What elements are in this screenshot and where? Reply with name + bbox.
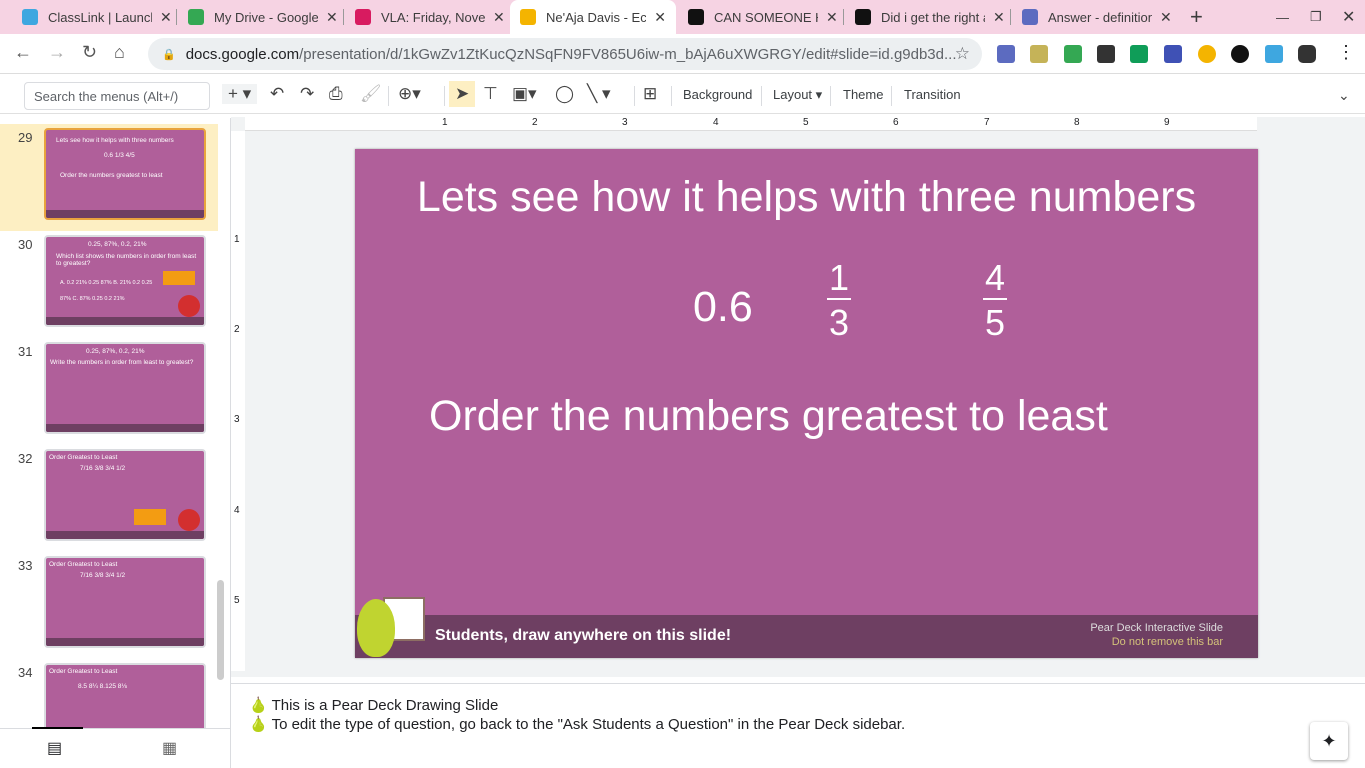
- slide-prompt[interactable]: Order the numbers greatest to least: [429, 392, 1108, 441]
- brainly-icon: [855, 9, 871, 25]
- background-button[interactable]: Background: [683, 87, 752, 102]
- back-icon[interactable]: ←: [14, 42, 32, 63]
- vla-icon: [355, 9, 371, 25]
- horizontal-ruler: 1 2 3 4 5 6 7 8 9: [245, 117, 1257, 131]
- notes-line: 🍐 This is a Pear Deck Drawing Slide: [249, 697, 499, 714]
- pear-deck-bar: Students, draw anywhere on this slide! P…: [355, 615, 1258, 658]
- line-icon[interactable]: ╲ ▾: [587, 84, 611, 104]
- slides-icon: [520, 9, 536, 25]
- decimal-value[interactable]: 0.6: [693, 283, 753, 332]
- close-icon[interactable]: ✕: [1160, 9, 1172, 26]
- close-window-button[interactable]: ✕: [1332, 0, 1365, 34]
- slide-thumbnail-30[interactable]: 30 0.25, 87%, 0.2, 21% Which list shows …: [0, 231, 218, 338]
- print-icon[interactable]: ⎙: [329, 84, 343, 104]
- reload-icon[interactable]: ↻: [82, 42, 97, 63]
- qr-code-icon[interactable]: [1097, 45, 1115, 63]
- extension-icon[interactable]: [997, 45, 1015, 63]
- notes-line: 🍐 To edit the type of question, go back …: [249, 716, 906, 733]
- close-icon[interactable]: ✕: [326, 9, 338, 26]
- answer-icon: [1022, 9, 1038, 25]
- pear-deck-logo: [357, 591, 425, 657]
- shape-icon[interactable]: ◯: [555, 84, 574, 104]
- tab-classlink[interactable]: ClassLink | Launchpad✕: [12, 0, 182, 34]
- undo-icon[interactable]: ↶: [270, 84, 284, 104]
- star-icon[interactable]: ☆: [955, 44, 970, 64]
- close-icon[interactable]: ✕: [160, 9, 172, 26]
- explore-button[interactable]: ✦: [1310, 722, 1348, 760]
- transition-button[interactable]: Transition: [904, 87, 961, 102]
- slide-canvas[interactable]: Lets see how it helps with three numbers…: [355, 149, 1258, 658]
- vertical-ruler: 1 2 3 4 5: [231, 131, 245, 671]
- slides-toolbar: Search the menus (Alt+/) + ▾ ↶ ↷ ⎙ 🖌 ⊕▾ …: [0, 78, 1365, 114]
- slide-thumbnail-33[interactable]: 33 Order Greatest to Least 7/16 3/8 3/4 …: [0, 552, 218, 659]
- tab-strip: ClassLink | Launchpad✕ My Drive - Google…: [0, 0, 1365, 34]
- tab-brainly-1[interactable]: CAN SOMEONE HELP✕: [678, 0, 848, 34]
- close-icon[interactable]: ✕: [654, 9, 666, 26]
- drive-icon: [188, 9, 204, 25]
- classlink-extension-icon[interactable]: [1265, 45, 1283, 63]
- tab-brainly-2[interactable]: Did i get the right answer✕: [845, 0, 1015, 34]
- fraction-one-third[interactable]: 13: [827, 257, 852, 346]
- close-icon[interactable]: ✕: [493, 9, 505, 26]
- filmstrip-view-icon[interactable]: ▤: [47, 738, 62, 758]
- add-comment-icon[interactable]: ⊞: [643, 84, 657, 104]
- menu-search-input[interactable]: Search the menus (Alt+/): [24, 82, 210, 110]
- url-input[interactable]: 🔒 docs.google.com/presentation/d/1kGwZv1…: [148, 38, 982, 70]
- slide-thumbnail-29[interactable]: 29 Lets see how it helps with three numb…: [0, 124, 218, 231]
- brainly-icon: [688, 9, 704, 25]
- slide-thumbnail-31[interactable]: 31 0.25, 87%, 0.2, 21% Write the numbers…: [0, 338, 218, 445]
- grid-view-icon[interactable]: ▦: [162, 738, 177, 758]
- speaker-notes[interactable]: 🍐 This is a Pear Deck Drawing Slide 🍐 To…: [231, 683, 1365, 768]
- classroom-icon[interactable]: [1130, 45, 1148, 63]
- thumbs-up-icon[interactable]: [1198, 45, 1216, 63]
- extension-icon[interactable]: [1030, 45, 1048, 63]
- power-icon[interactable]: [1231, 45, 1249, 63]
- tab-answer[interactable]: Answer - definition ✕: [1012, 0, 1182, 34]
- image-icon[interactable]: ▣▾: [512, 84, 537, 104]
- drive-extension-icon[interactable]: [1064, 45, 1082, 63]
- fraction-four-fifths[interactable]: 45: [983, 257, 1008, 346]
- filmstrip: 29 Lets see how it helps with three numb…: [0, 118, 231, 728]
- home-icon[interactable]: ⌂: [114, 42, 125, 63]
- filmstrip-scrollbar[interactable]: [217, 580, 224, 680]
- slide-thumbnail-34[interactable]: 34 Order Greatest to Least 8.5 8¼ 8.125 …: [0, 659, 218, 728]
- zoom-icon[interactable]: ⊕▾: [398, 84, 421, 104]
- restore-button[interactable]: ❐: [1300, 0, 1332, 34]
- paint-format-icon[interactable]: 🖌: [360, 84, 382, 104]
- minimize-button[interactable]: —: [1266, 0, 1299, 34]
- tab-vla[interactable]: VLA: Friday, November✕: [345, 0, 515, 34]
- new-tab-button[interactable]: +: [1180, 0, 1213, 34]
- tab-slides-active[interactable]: Ne'Aja Davis - Echo✕: [510, 0, 676, 34]
- slide-title[interactable]: Lets see how it helps with three numbers: [355, 173, 1258, 222]
- puzzle-icon[interactable]: [1298, 45, 1316, 63]
- collapse-toolbar-icon[interactable]: ⌄: [1338, 87, 1350, 104]
- forward-icon[interactable]: →: [48, 42, 66, 63]
- lock-icon: 🔒: [162, 48, 176, 61]
- layout-button[interactable]: Layout ▾: [773, 87, 822, 103]
- close-icon[interactable]: ✕: [826, 9, 838, 26]
- immersive-reader-icon[interactable]: [1164, 45, 1182, 63]
- chrome-menu-icon[interactable]: ⋮: [1337, 42, 1355, 63]
- classlink-icon: [22, 9, 38, 25]
- slide-thumbnail-32[interactable]: 32 Order Greatest to Least 7/16 3/8 3/4 …: [0, 445, 218, 552]
- text-box-icon[interactable]: ⊤: [483, 84, 498, 104]
- theme-button[interactable]: Theme: [843, 87, 883, 102]
- new-slide-button[interactable]: + ▾: [222, 84, 258, 104]
- close-icon[interactable]: ✕: [993, 9, 1005, 26]
- select-tool-icon[interactable]: ➤: [449, 81, 476, 107]
- tab-my-drive[interactable]: My Drive - Google Drive✕: [178, 0, 348, 34]
- redo-icon[interactable]: ↷: [300, 84, 314, 104]
